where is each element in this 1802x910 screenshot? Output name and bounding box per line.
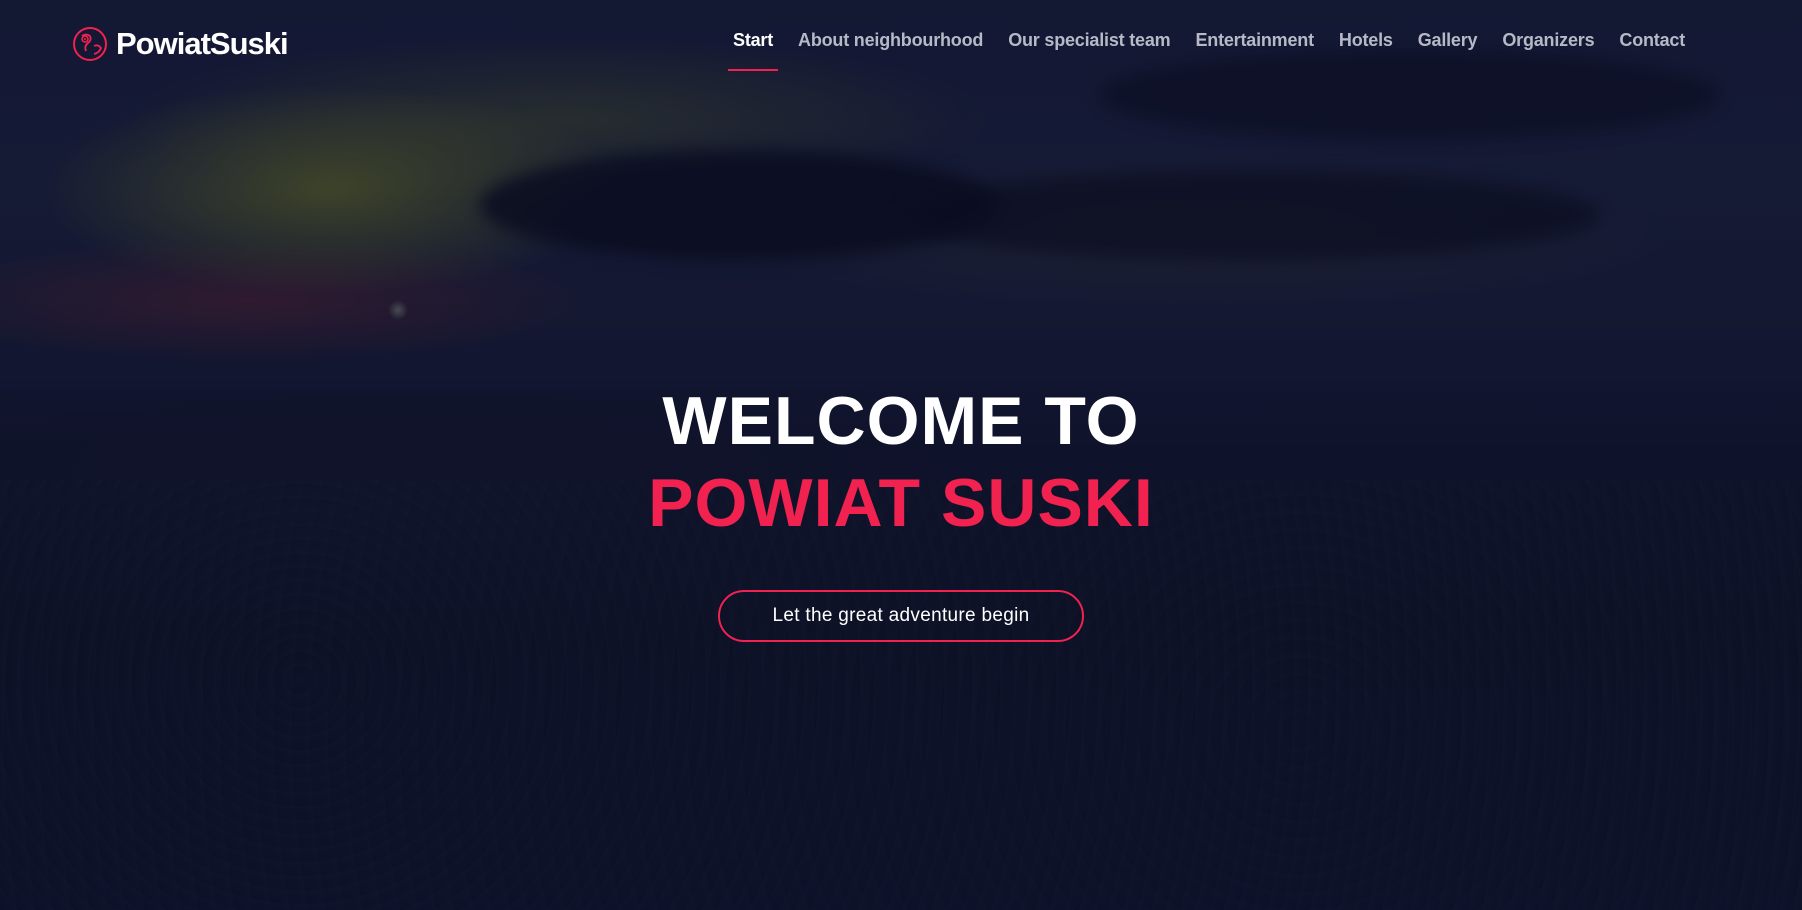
nav-item-label: Our specialist team	[1008, 30, 1171, 50]
navbar: PowiatSuski Start About neighbourhood Ou…	[0, 0, 1802, 90]
nav-item-label: Entertainment	[1195, 30, 1314, 50]
nav-item-label: Contact	[1619, 30, 1685, 50]
nav-item-contact[interactable]: Contact	[1619, 30, 1685, 51]
nav-item-label: Organizers	[1502, 30, 1595, 50]
active-nav-indicator	[728, 69, 779, 71]
nav-item-hotels[interactable]: Hotels	[1339, 30, 1393, 51]
nav-item-gallery[interactable]: Gallery	[1418, 30, 1478, 51]
nav-item-label: About neighbourhood	[798, 30, 984, 50]
hero-title-line1: WELCOME TO	[662, 383, 1140, 459]
nav-item-about-neighbourhood[interactable]: About neighbourhood	[798, 30, 983, 51]
map-pin-globe-icon	[73, 27, 107, 61]
brand-name: PowiatSuski	[116, 26, 289, 61]
nav-item-label: Hotels	[1338, 30, 1393, 50]
nav-item-label: Start	[733, 30, 774, 50]
adventure-cta-button[interactable]: Let the great adventure begin	[718, 590, 1084, 642]
nav-item-specialist-team[interactable]: Our specialist team	[1008, 30, 1170, 51]
nav-item-entertainment[interactable]: Entertainment	[1195, 30, 1314, 51]
main-nav: Start About neighbourhood Our specialist…	[708, 30, 1685, 71]
nav-item-organizers[interactable]: Organizers	[1502, 30, 1594, 51]
hero-section: PowiatSuski Start About neighbourhood Ou…	[0, 0, 1802, 910]
hero-title-line2: POWIAT SUSKI	[648, 465, 1154, 541]
nav-item-start[interactable]: Start	[728, 30, 779, 71]
hero-content: WELCOME TO POWIAT SUSKI Let the great ad…	[0, 380, 1802, 642]
brand-logo[interactable]: PowiatSuski	[72, 24, 289, 64]
nav-item-label: Gallery	[1417, 30, 1478, 50]
